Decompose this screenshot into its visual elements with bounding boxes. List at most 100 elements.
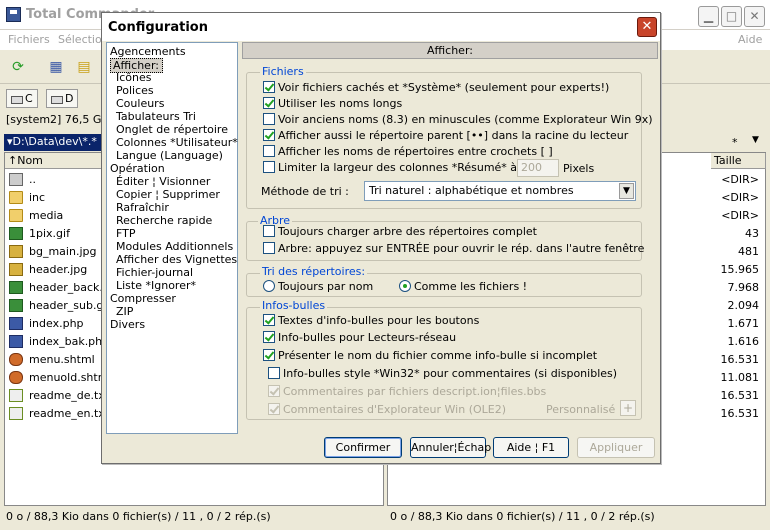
- checkbox[interactable]: [263, 81, 275, 93]
- checkbox-label: Limiter la largeur des colonnes *Résumé*…: [278, 161, 525, 174]
- confirm-button[interactable]: Confirmer: [324, 437, 402, 458]
- checkbox[interactable]: [263, 349, 275, 361]
- left-path[interactable]: ▾D:\Data\dev\*.*: [4, 134, 114, 151]
- checkbox[interactable]: [263, 225, 275, 237]
- column-width-input[interactable]: 200: [517, 159, 559, 177]
- drive-c-button[interactable]: C: [6, 89, 38, 108]
- checkbox[interactable]: [263, 97, 275, 109]
- filter-label[interactable]: *: [732, 136, 738, 149]
- apply-button[interactable]: Appliquer: [577, 437, 655, 458]
- checkbox[interactable]: [268, 367, 280, 379]
- file-row[interactable]: header.jpg: [5, 261, 105, 279]
- checkbox[interactable]: [263, 129, 275, 141]
- checkbox-label: Arbre: appuyez sur ENTRÉE pour ouvrir le…: [278, 242, 645, 255]
- tree-item[interactable]: Agencements: [110, 45, 186, 58]
- tree-item[interactable]: Fichier-journal: [116, 266, 193, 279]
- refresh-icon[interactable]: ⟳: [6, 54, 30, 80]
- php-file-icon: [9, 317, 23, 330]
- gif-file-icon: [9, 227, 23, 240]
- file-row[interactable]: media: [5, 207, 105, 225]
- tree-item[interactable]: Liste *Ignorer*: [116, 279, 196, 292]
- tree-item[interactable]: Onglet de répertoire: [116, 123, 228, 136]
- radio-button[interactable]: [263, 280, 275, 292]
- custom-label: Personnalisé :: [546, 403, 623, 416]
- settings-tree[interactable]: Agencements Afficher: Icônes Polices Couleur…: [106, 42, 238, 434]
- tree-item[interactable]: Langue (Language): [116, 149, 223, 162]
- tree-item[interactable]: Modules Additionnels: [116, 240, 233, 253]
- file-size[interactable]: <DIR>: [699, 171, 759, 189]
- tree-item[interactable]: Recherche rapide: [116, 214, 212, 227]
- checkbox[interactable]: [263, 161, 275, 173]
- file-size[interactable]: 43: [699, 225, 759, 243]
- tree-item[interactable]: Afficher des Vignettes: [116, 253, 237, 266]
- maximize-button[interactable]: □: [721, 6, 742, 27]
- cancel-button[interactable]: Annuler¦Échap: [410, 437, 491, 458]
- dialog-close-button[interactable]: ✕: [637, 17, 657, 37]
- file-size[interactable]: 2.094: [699, 297, 760, 315]
- checkbox[interactable]: [263, 314, 275, 326]
- file-row[interactable]: index_bak.php: [5, 333, 109, 351]
- help-button[interactable]: Aide ¦ F1: [493, 437, 569, 458]
- file-size[interactable]: 11.081: [699, 369, 760, 387]
- file-size[interactable]: 15.965: [699, 261, 760, 279]
- tree-item[interactable]: Compresser: [110, 292, 176, 305]
- history-chevron-icon[interactable]: ▼: [752, 135, 759, 145]
- checkbox-label: Afficher les noms de répertoires entre c…: [278, 145, 553, 158]
- file-row[interactable]: header_back.gif: [5, 279, 117, 297]
- file-row[interactable]: 1pix.gif: [5, 225, 105, 243]
- custom-add-button[interactable]: +: [620, 400, 636, 416]
- checkbox[interactable]: [263, 145, 275, 157]
- chevron-down-icon[interactable]: ▼: [619, 183, 634, 199]
- column-name[interactable]: ↑Nom: [5, 153, 105, 169]
- file-row[interactable]: ..: [5, 171, 105, 189]
- tree-item[interactable]: ZIP: [116, 305, 133, 318]
- file-row[interactable]: menuold.shtml: [5, 369, 111, 387]
- file-size[interactable]: <DIR>: [699, 189, 759, 207]
- brief-view-icon[interactable]: ▦: [44, 54, 68, 80]
- drive-info: [system2] 76,5 Gio: [6, 113, 112, 126]
- file-size[interactable]: 1.671: [699, 315, 760, 333]
- checkbox[interactable]: [263, 113, 275, 125]
- file-size[interactable]: 16.531: [699, 387, 760, 405]
- close-button[interactable]: ✕: [744, 6, 765, 27]
- tree-item[interactable]: Éditer ¦ Visionner: [116, 175, 210, 188]
- file-size[interactable]: 481: [699, 243, 759, 261]
- dir-sort-group-label: Tri des répertoires:: [260, 265, 368, 278]
- file-row[interactable]: inc: [5, 189, 105, 207]
- file-size[interactable]: 16.531: [699, 405, 760, 423]
- checkbox-label: Toujours charger arbre des répertoires c…: [278, 225, 537, 238]
- checkbox[interactable]: [263, 242, 275, 254]
- section-header: Afficher:: [242, 42, 658, 59]
- checkbox[interactable]: [263, 331, 275, 343]
- tree-item[interactable]: Divers: [110, 318, 145, 331]
- drive-d-button[interactable]: D: [46, 89, 79, 108]
- file-size[interactable]: <DIR>: [699, 207, 759, 225]
- radio-button[interactable]: [399, 280, 411, 292]
- tree-item[interactable]: Polices: [116, 84, 154, 97]
- menu-fichiers[interactable]: Fichiers: [8, 33, 50, 46]
- tree-item[interactable]: Rafraîchir: [116, 201, 169, 214]
- sort-method-select[interactable]: Tri naturel : alphabétique et nombres ▼: [364, 181, 636, 201]
- file-row[interactable]: index.php: [5, 315, 105, 333]
- file-row[interactable]: bg_main.jpg: [5, 243, 105, 261]
- file-name: ..: [29, 173, 36, 186]
- file-size[interactable]: 1.616: [699, 333, 760, 351]
- file-name: readme_en.txt: [29, 407, 110, 420]
- tree-item[interactable]: Icônes: [116, 71, 152, 84]
- file-size[interactable]: 7.968: [699, 279, 760, 297]
- file-row[interactable]: readme_de.txt: [5, 387, 109, 405]
- file-size[interactable]: 16.531: [699, 351, 760, 369]
- tree-item[interactable]: Couleurs: [116, 97, 164, 110]
- menu-aide[interactable]: Aide: [738, 33, 762, 46]
- tree-item[interactable]: Opération: [110, 162, 165, 175]
- tree-item[interactable]: FTP: [116, 227, 136, 240]
- file-row[interactable]: menu.shtml: [5, 351, 105, 369]
- file-row[interactable]: readme_en.txt: [5, 405, 109, 423]
- tree-item[interactable]: Copier ¦ Supprimer: [116, 188, 220, 201]
- file-row[interactable]: header_sub.gif: [5, 297, 110, 315]
- minimize-button[interactable]: ▁: [698, 6, 719, 27]
- detailed-view-icon[interactable]: ▤: [72, 54, 96, 80]
- column-size[interactable]: Taille: [711, 153, 766, 169]
- tree-item[interactable]: Colonnes *Utilisateur*: [116, 136, 238, 149]
- tree-item[interactable]: Tabulateurs Tri: [116, 110, 196, 123]
